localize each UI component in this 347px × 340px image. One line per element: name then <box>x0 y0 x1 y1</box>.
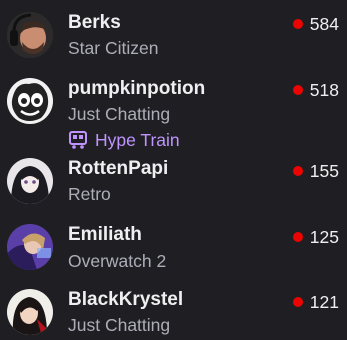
channel-name: Emiliath <box>68 224 142 245</box>
live-dot-icon <box>292 297 303 307</box>
channel-category: Overwatch 2 <box>68 251 167 271</box>
live-indicator: 121 <box>292 291 339 313</box>
viewer-count: 518 <box>309 80 339 100</box>
channel-item-blackkrystel[interactable]: BlackKrystel Just Chatting 121 <box>0 284 347 340</box>
channel-avatar[interactable] <box>7 158 53 204</box>
channel-category: Just Chatting <box>68 315 171 335</box>
channel-item-pumpkinpotion[interactable]: pumpkinpotion Just Chatting Hype Train 5… <box>0 66 347 152</box>
channel-name: pumpkinpotion <box>68 78 206 99</box>
live-dot-icon <box>292 232 303 242</box>
channel-avatar[interactable] <box>7 12 53 58</box>
channel-name: RottenPapi <box>68 158 169 179</box>
live-dot-icon <box>292 85 303 95</box>
live-indicator: 518 <box>292 79 339 101</box>
channel-avatar[interactable] <box>7 224 53 270</box>
channel-category: Retro <box>68 184 111 204</box>
followed-channels-list: Berks Star Citizen 584 pumpkinpotion Jus… <box>0 0 347 340</box>
viewer-count: 125 <box>309 227 339 247</box>
channel-name: Berks <box>68 12 121 33</box>
hype-train-label: Hype Train <box>95 130 180 150</box>
channel-category: Star Citizen <box>68 38 159 58</box>
live-indicator: 155 <box>292 160 339 182</box>
live-dot-icon <box>292 166 303 176</box>
live-indicator: 125 <box>292 226 339 248</box>
channel-item-berks[interactable]: Berks Star Citizen 584 <box>0 0 347 66</box>
viewer-count: 121 <box>309 292 339 312</box>
channel-category: Just Chatting <box>68 104 171 124</box>
viewer-count: 155 <box>309 161 339 181</box>
channel-avatar[interactable] <box>7 289 53 335</box>
viewer-count: 584 <box>309 14 339 34</box>
channel-item-emiliath[interactable]: Emiliath Overwatch 2 125 <box>0 218 347 284</box>
channel-avatar[interactable] <box>7 78 53 124</box>
hype-train-icon <box>69 131 87 149</box>
live-dot-icon <box>292 19 303 29</box>
channel-item-rottenpapi[interactable]: RottenPapi Retro 155 <box>0 152 347 218</box>
channel-name: BlackKrystel <box>68 289 184 310</box>
hype-train-tag: Hype Train <box>68 129 180 151</box>
live-indicator: 584 <box>292 13 339 35</box>
